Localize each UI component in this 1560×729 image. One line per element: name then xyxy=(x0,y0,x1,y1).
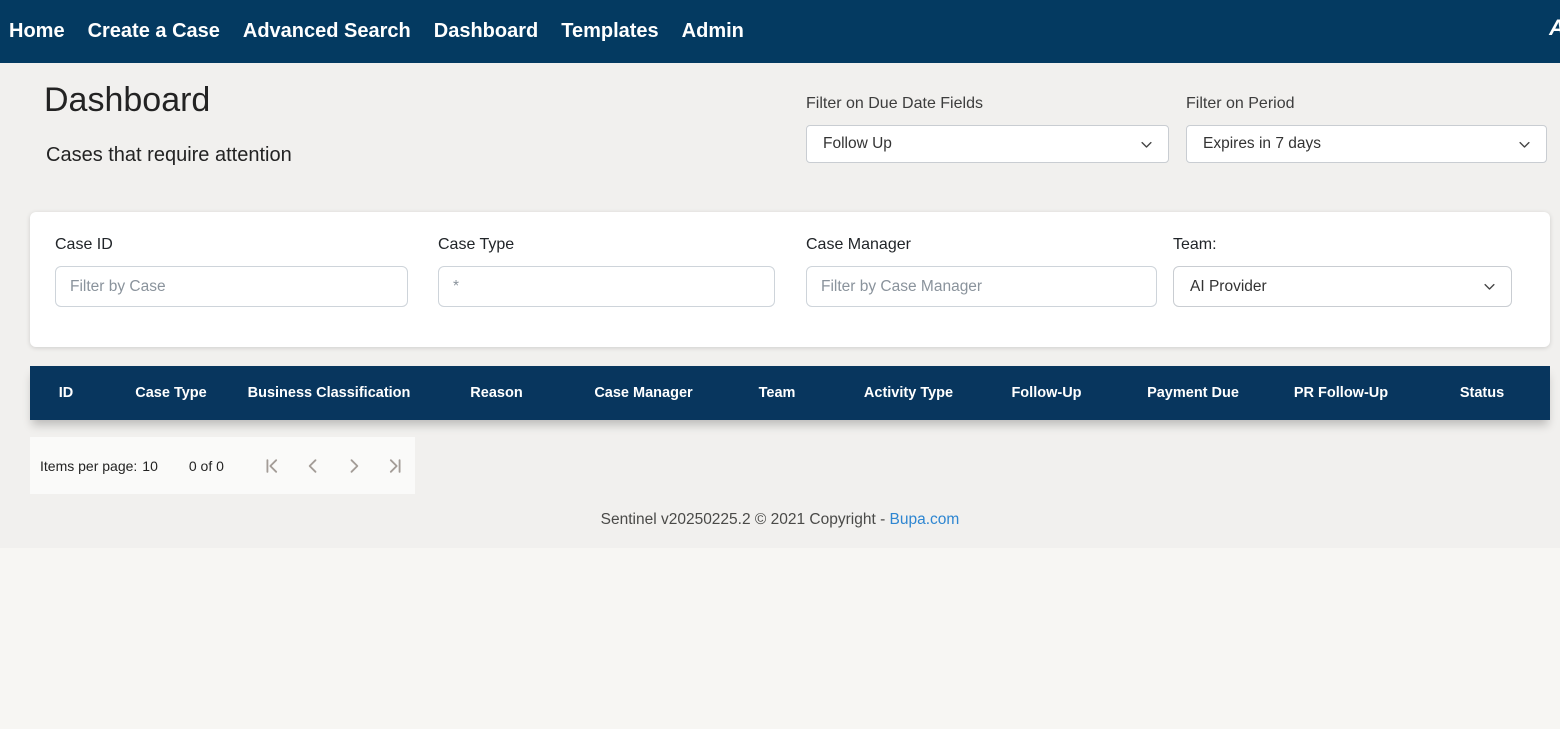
items-per-page-label: Items per page: xyxy=(40,458,137,474)
column-header-pr-follow-up[interactable]: PR Follow-Up xyxy=(1268,385,1414,401)
due-date-filter-label: Filter on Due Date Fields xyxy=(806,95,983,113)
period-filter-label: Filter on Period xyxy=(1186,95,1295,113)
column-header-team[interactable]: Team xyxy=(712,385,842,401)
case-manager-input[interactable] xyxy=(806,266,1157,307)
page-subtitle: Cases that require attention xyxy=(46,144,292,167)
nav-item-templates[interactable]: Templates xyxy=(561,20,658,43)
due-date-filter-select[interactable]: Follow Up xyxy=(806,125,1169,163)
team-label: Team: xyxy=(1173,236,1217,254)
table-paginator: Items per page: 10 0 of 0 xyxy=(30,437,415,494)
first-page-button[interactable] xyxy=(260,454,284,478)
team-select-value: AI Provider xyxy=(1190,278,1267,296)
chevron-down-icon xyxy=(1139,137,1154,152)
case-filter-card: Case ID Case Type Case Manager Team: AI … xyxy=(30,212,1550,347)
top-navbar: Home Create a Case Advanced Search Dashb… xyxy=(0,0,1560,63)
main-content: Dashboard Cases that require attention F… xyxy=(0,63,1560,548)
navbar-username-partial[interactable]: A xyxy=(1549,15,1560,41)
bupa-link[interactable]: Bupa.com xyxy=(890,511,960,528)
items-per-page-value[interactable]: 10 xyxy=(142,458,158,474)
paginator-buttons xyxy=(260,454,407,478)
first-page-icon xyxy=(262,456,282,476)
next-page-icon xyxy=(344,456,364,476)
chevron-down-icon xyxy=(1517,137,1532,152)
case-type-label: Case Type xyxy=(438,236,514,254)
case-type-input[interactable] xyxy=(438,266,775,307)
page-title: Dashboard xyxy=(44,81,210,120)
last-page-icon xyxy=(385,456,405,476)
period-filter-select[interactable]: Expires in 7 days xyxy=(1186,125,1547,163)
team-select[interactable]: AI Provider xyxy=(1173,266,1512,307)
previous-page-icon xyxy=(303,456,323,476)
app-window: Home Create a Case Advanced Search Dashb… xyxy=(0,0,1560,729)
chevron-down-icon xyxy=(1482,279,1497,294)
paginator-range-label: 0 of 0 xyxy=(189,458,224,474)
column-header-reason[interactable]: Reason xyxy=(418,385,575,401)
case-manager-label: Case Manager xyxy=(806,236,911,254)
cases-table-header-row: ID Case Type Business Classification Rea… xyxy=(30,366,1550,420)
footer-version-text: Sentinel v20250225.2 © 2021 Copyright - xyxy=(601,511,890,528)
nav-item-create-a-case[interactable]: Create a Case xyxy=(88,20,220,43)
column-header-id[interactable]: ID xyxy=(30,385,102,401)
column-header-status[interactable]: Status xyxy=(1414,385,1550,401)
column-header-activity-type[interactable]: Activity Type xyxy=(842,385,975,401)
case-id-label: Case ID xyxy=(55,236,113,254)
app-footer: Sentinel v20250225.2 © 2021 Copyright - … xyxy=(0,511,1560,529)
nav-item-admin[interactable]: Admin xyxy=(682,20,744,43)
nav-item-dashboard[interactable]: Dashboard xyxy=(434,20,538,43)
next-page-button[interactable] xyxy=(342,454,366,478)
column-header-payment-due[interactable]: Payment Due xyxy=(1118,385,1268,401)
due-date-filter-value: Follow Up xyxy=(823,135,892,153)
column-header-follow-up[interactable]: Follow-Up xyxy=(975,385,1118,401)
nav-item-advanced-search[interactable]: Advanced Search xyxy=(243,20,411,43)
period-filter-value: Expires in 7 days xyxy=(1203,135,1321,153)
case-id-input[interactable] xyxy=(55,266,408,307)
previous-page-button[interactable] xyxy=(301,454,325,478)
nav-item-home[interactable]: Home xyxy=(9,20,65,43)
column-header-case-type[interactable]: Case Type xyxy=(102,385,240,401)
column-header-case-manager[interactable]: Case Manager xyxy=(575,385,712,401)
column-header-business-classification[interactable]: Business Classification xyxy=(240,385,418,401)
last-page-button[interactable] xyxy=(383,454,407,478)
